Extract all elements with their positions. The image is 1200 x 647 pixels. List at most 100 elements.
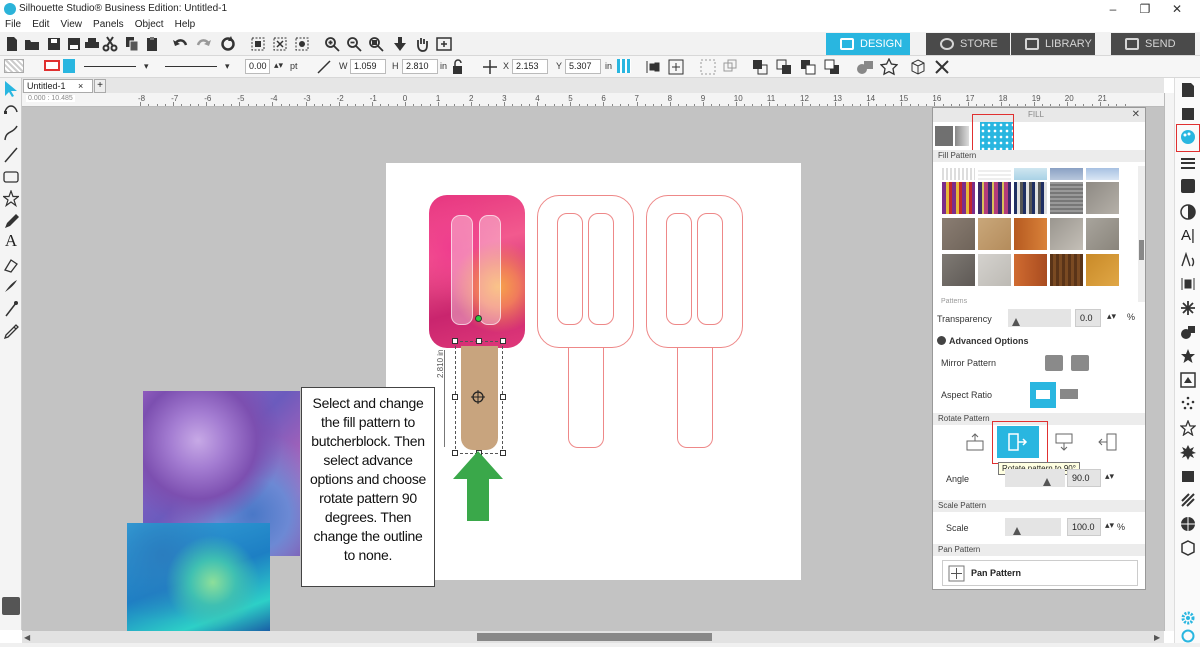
star-tool-icon[interactable] [3,190,19,208]
popsicle-filled-shape[interactable] [429,195,525,348]
angle-field[interactable]: 90.0 [1067,469,1101,487]
3d-box-icon[interactable] [910,59,926,75]
close-x-icon[interactable] [934,59,950,75]
width-field[interactable]: 1.059 [350,59,386,74]
eraser-tool-icon[interactable] [3,256,19,274]
tab-store[interactable]: STORE [926,33,1010,55]
group-icon[interactable] [700,59,716,75]
drag-zoom-icon[interactable] [392,36,408,52]
reference-point-icon[interactable] [617,59,631,73]
transparency-field[interactable]: 0.0 [1075,309,1101,327]
pattern-swatch[interactable] [942,254,975,286]
curve-tool-icon[interactable] [3,124,19,142]
pattern-swatch[interactable] [942,182,975,214]
cut-icon[interactable] [102,36,118,52]
rotate-0-icon[interactable] [965,433,985,451]
pattern-swatch[interactable] [1050,182,1083,214]
select-by-color-icon[interactable] [294,36,310,52]
text-tool-icon[interactable]: A [3,232,19,250]
rectangle-tool-icon[interactable] [3,168,19,186]
print-icon[interactable] [84,36,100,52]
transparency-slider[interactable] [1008,309,1071,327]
send-panel-icon[interactable] [1180,106,1196,122]
zoom-in-icon[interactable] [324,36,340,52]
aspect-ratio-free-button[interactable] [1060,389,1078,399]
bring-to-front-icon[interactable] [752,59,768,75]
bring-forward-icon[interactable] [800,59,816,75]
new-document-icon[interactable] [4,36,20,52]
pan-hand-icon[interactable] [414,36,430,52]
advanced-options-toggle[interactable]: Advanced Options [949,336,1029,346]
tab-send[interactable]: SEND [1111,33,1195,55]
pattern-scrollbar[interactable] [1138,166,1145,302]
nesting-icon[interactable] [1180,444,1196,460]
open-folder-icon[interactable] [24,36,40,52]
close-button[interactable]: ✕ [1162,1,1192,17]
zoom-out-icon[interactable] [346,36,362,52]
restore-button[interactable]: ❐ [1130,1,1160,17]
knife-tool-icon[interactable] [3,278,19,296]
stripes-icon[interactable] [1180,492,1196,508]
collapse-advanced-icon[interactable] [937,336,946,345]
line-style-select[interactable] [84,66,136,67]
modify-icon[interactable] [1180,324,1196,340]
height-field[interactable]: 2.810 [402,59,438,74]
save-icon[interactable] [46,36,62,52]
pattern-swatch[interactable] [1086,168,1119,180]
paste-icon[interactable] [144,36,160,52]
pattern-swatch[interactable] [1050,168,1083,180]
document-tab[interactable]: Untitled-1 × [23,79,93,93]
line-color-swatch[interactable] [44,60,60,71]
popsicle-outline-2[interactable] [537,195,634,348]
pattern-swatch[interactable] [978,182,1011,214]
contrast-icon[interactable] [1180,204,1196,220]
page-setup-icon[interactable] [1180,82,1196,98]
pattern-swatch[interactable] [978,254,1011,286]
mirror-horizontal-button[interactable] [1045,355,1063,371]
panel-close-icon[interactable]: ✕ [1132,108,1140,122]
offset-star-icon[interactable] [1180,348,1196,364]
minimize-button[interactable]: – [1098,1,1128,17]
pattern-swatch[interactable] [1014,182,1047,214]
selection-handle[interactable] [452,394,458,400]
line-join-select[interactable] [165,66,217,67]
send-backward-icon[interactable] [824,59,840,75]
pattern-swatch[interactable] [1050,254,1083,286]
pattern-swatch[interactable] [978,218,1011,250]
scale-slider[interactable] [1005,518,1061,536]
help-refresh-icon[interactable] [1180,628,1196,644]
fill-palette-icon[interactable] [1180,129,1196,145]
line-tool-left-icon[interactable] [3,146,19,164]
eyedropper-tool-icon[interactable] [3,322,19,340]
select-all-icon[interactable] [250,36,266,52]
fill-color-swatch[interactable] [4,59,24,73]
fit-to-page-icon[interactable] [436,36,452,52]
menu-view[interactable]: View [60,18,82,32]
blue-watercolor-image[interactable] [127,523,270,631]
fill-color-tab[interactable] [935,126,953,146]
replicate-icon[interactable] [1180,300,1196,316]
add-tab-button[interactable]: + [94,79,106,93]
point-edit-icon[interactable] [3,102,19,120]
scale-field[interactable]: 100.0 [1067,518,1101,536]
center-page-icon[interactable] [668,59,684,75]
y-position-field[interactable]: 5.307 [565,59,601,74]
horizontal-scrollbar[interactable]: ◀ ▶ [22,631,1164,643]
tab-design[interactable]: DESIGN [826,33,910,55]
menu-edit[interactable]: Edit [32,18,49,32]
trace-icon[interactable] [1180,372,1196,388]
pattern-swatch[interactable] [942,218,975,250]
pattern-swatch[interactable] [1014,254,1047,286]
deselect-icon[interactable] [272,36,288,52]
mirror-vertical-button[interactable] [1071,355,1089,371]
copy-icon[interactable] [124,36,140,52]
star-badge-icon[interactable] [880,58,898,76]
move-crosshair-icon[interactable] [470,389,486,405]
pattern-swatch[interactable] [1014,218,1047,250]
menu-panels[interactable]: Panels [93,18,124,32]
text-style-icon[interactable]: A| [1180,228,1196,244]
image-effects-icon[interactable] [1180,178,1196,194]
tab-library[interactable]: LIBRARY [1011,33,1095,55]
menu-file[interactable]: File [5,18,21,32]
shapes-icon[interactable] [856,59,874,75]
